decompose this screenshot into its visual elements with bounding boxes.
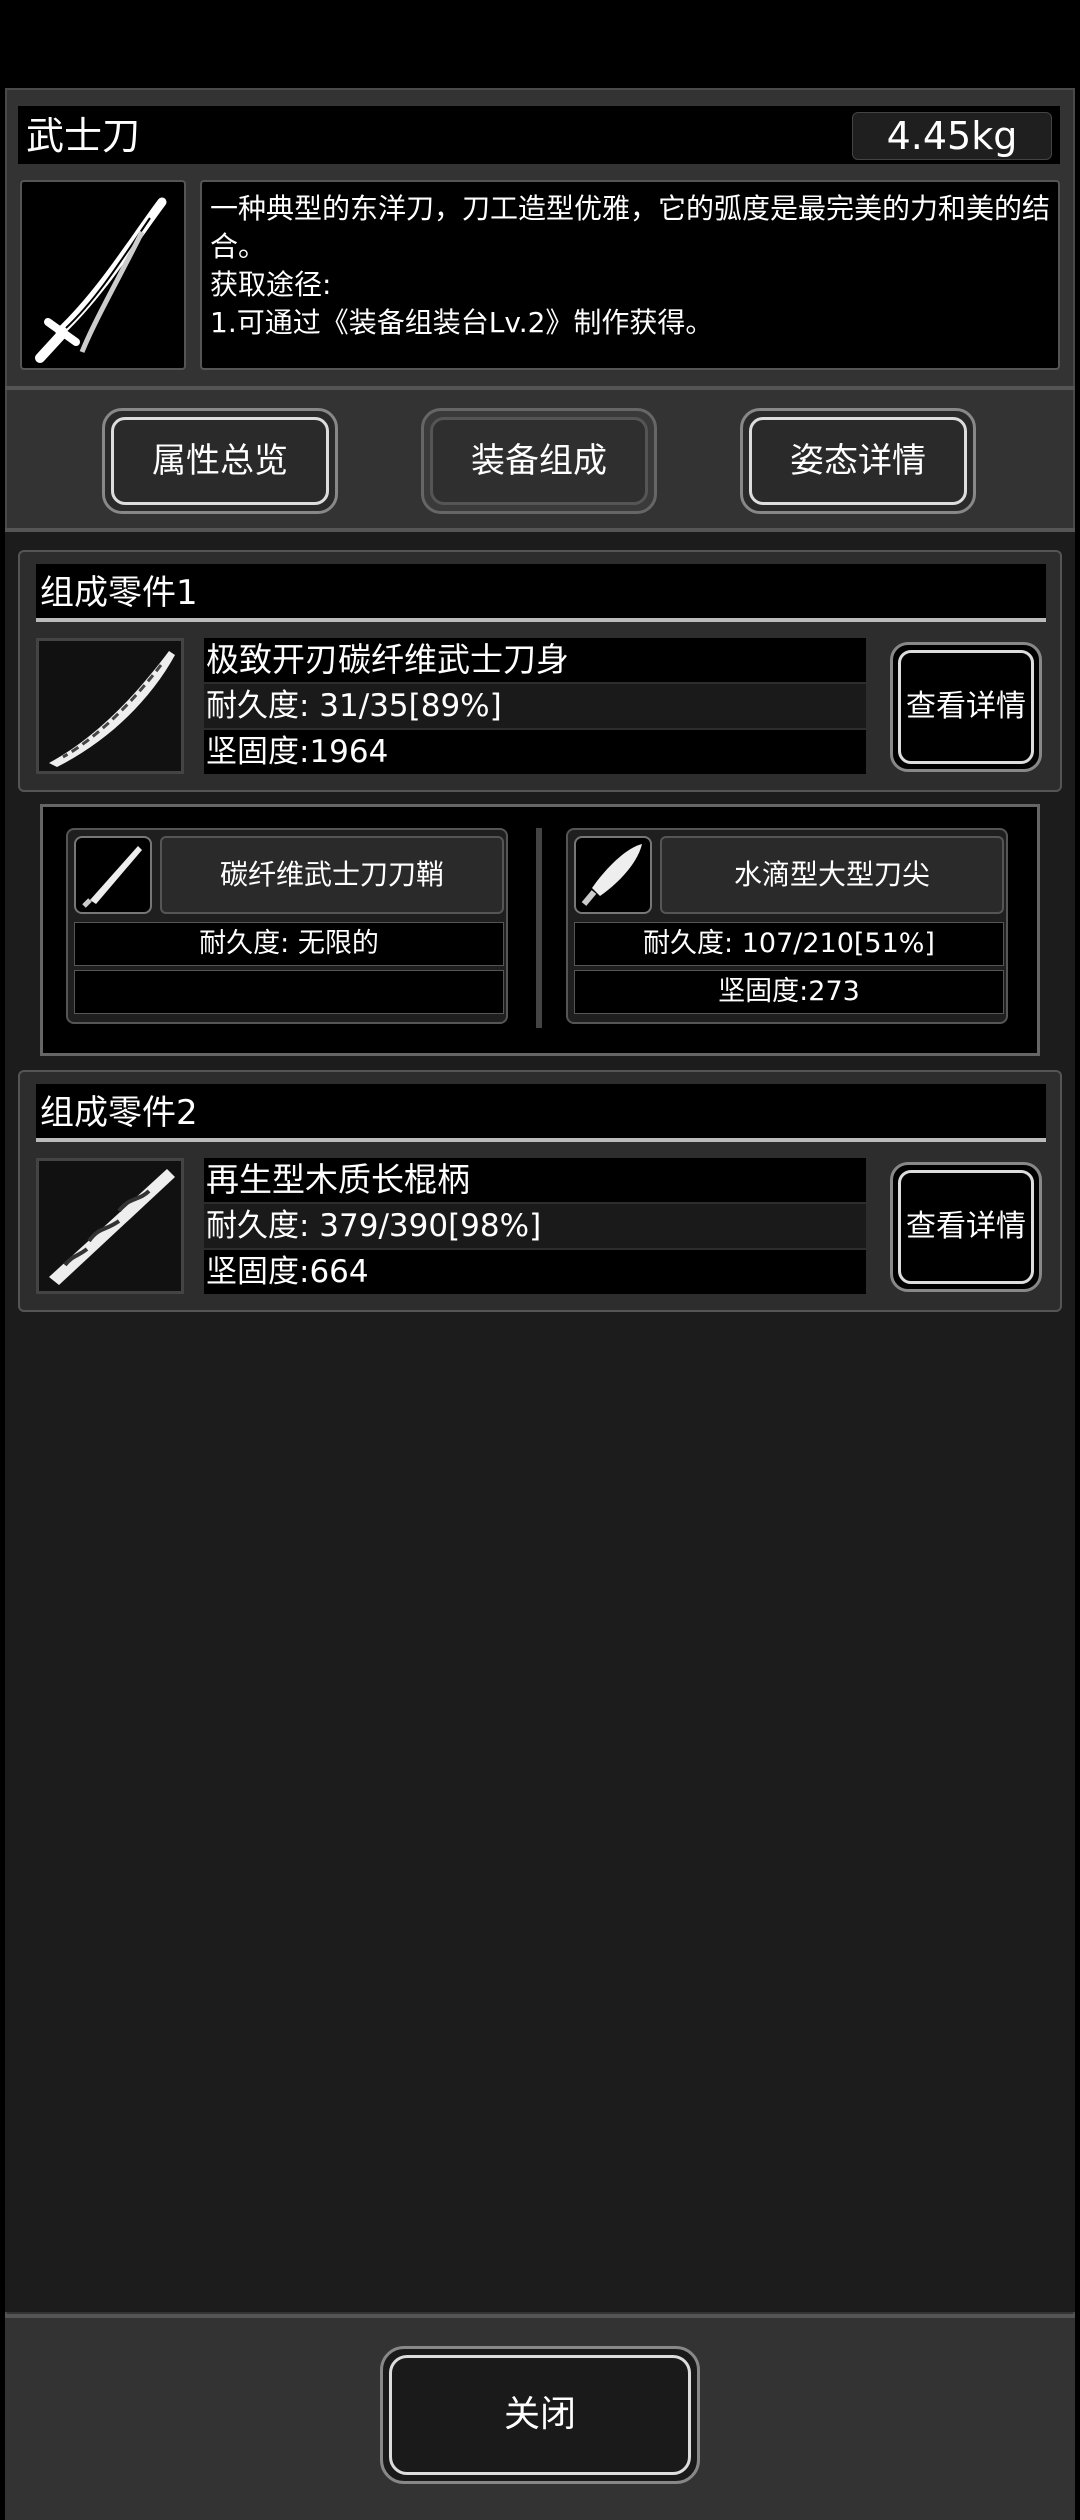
part-durability: 耐久度: 31/35[89%]: [206, 688, 502, 724]
group-title: 组成零件2: [40, 1093, 198, 1133]
subpart-divider: [536, 828, 542, 1028]
wooden-handle-icon: [36, 1158, 184, 1294]
close-label: 关闭: [503, 2394, 576, 2435]
subpart-hardness: [74, 970, 504, 1014]
scabbard-icon: [74, 836, 152, 914]
subpart-durability: 耐久度: 107/210[51%]: [643, 928, 935, 959]
item-description: 一种典型的东洋刀，刀工造型优雅，它的弧度是最完美的力和美的结合。 获取途径: 1…: [210, 192, 1051, 339]
part-hardness: 坚固度:1964: [206, 734, 389, 770]
subpart-hardness: 坚固度:273: [718, 976, 860, 1007]
subpart-durability: 耐久度: 无限的: [199, 928, 379, 959]
content-area: [5, 532, 1075, 2312]
part-durability: 耐久度: 379/390[98%]: [206, 1208, 542, 1244]
view-details-label: 查看详情: [906, 689, 1026, 724]
subpart-name: 水滴型大型刀尖: [733, 858, 930, 891]
view-details-label: 查看详情: [906, 1209, 1026, 1244]
part-name: 再生型木质长棍柄: [206, 1160, 470, 1199]
part-hardness: 坚固度:664: [206, 1254, 369, 1290]
blade-tip-icon: [574, 836, 652, 914]
tab-stance-label: 姿态详情: [790, 441, 926, 481]
tab-composition-label: 装备组成: [471, 441, 607, 481]
blade-icon: [36, 638, 184, 774]
tab-attributes-label: 属性总览: [152, 441, 288, 481]
group-title: 组成零件1: [40, 573, 198, 613]
katana-icon: [20, 180, 186, 370]
item-name: 武士刀: [26, 114, 141, 158]
part-name: 极致开刃碳纤维武士刀身: [206, 640, 569, 679]
subpart-name: 碳纤维武士刀刀鞘: [219, 858, 444, 891]
divider: [5, 386, 1075, 390]
item-weight: 4.45kg: [886, 114, 1018, 158]
